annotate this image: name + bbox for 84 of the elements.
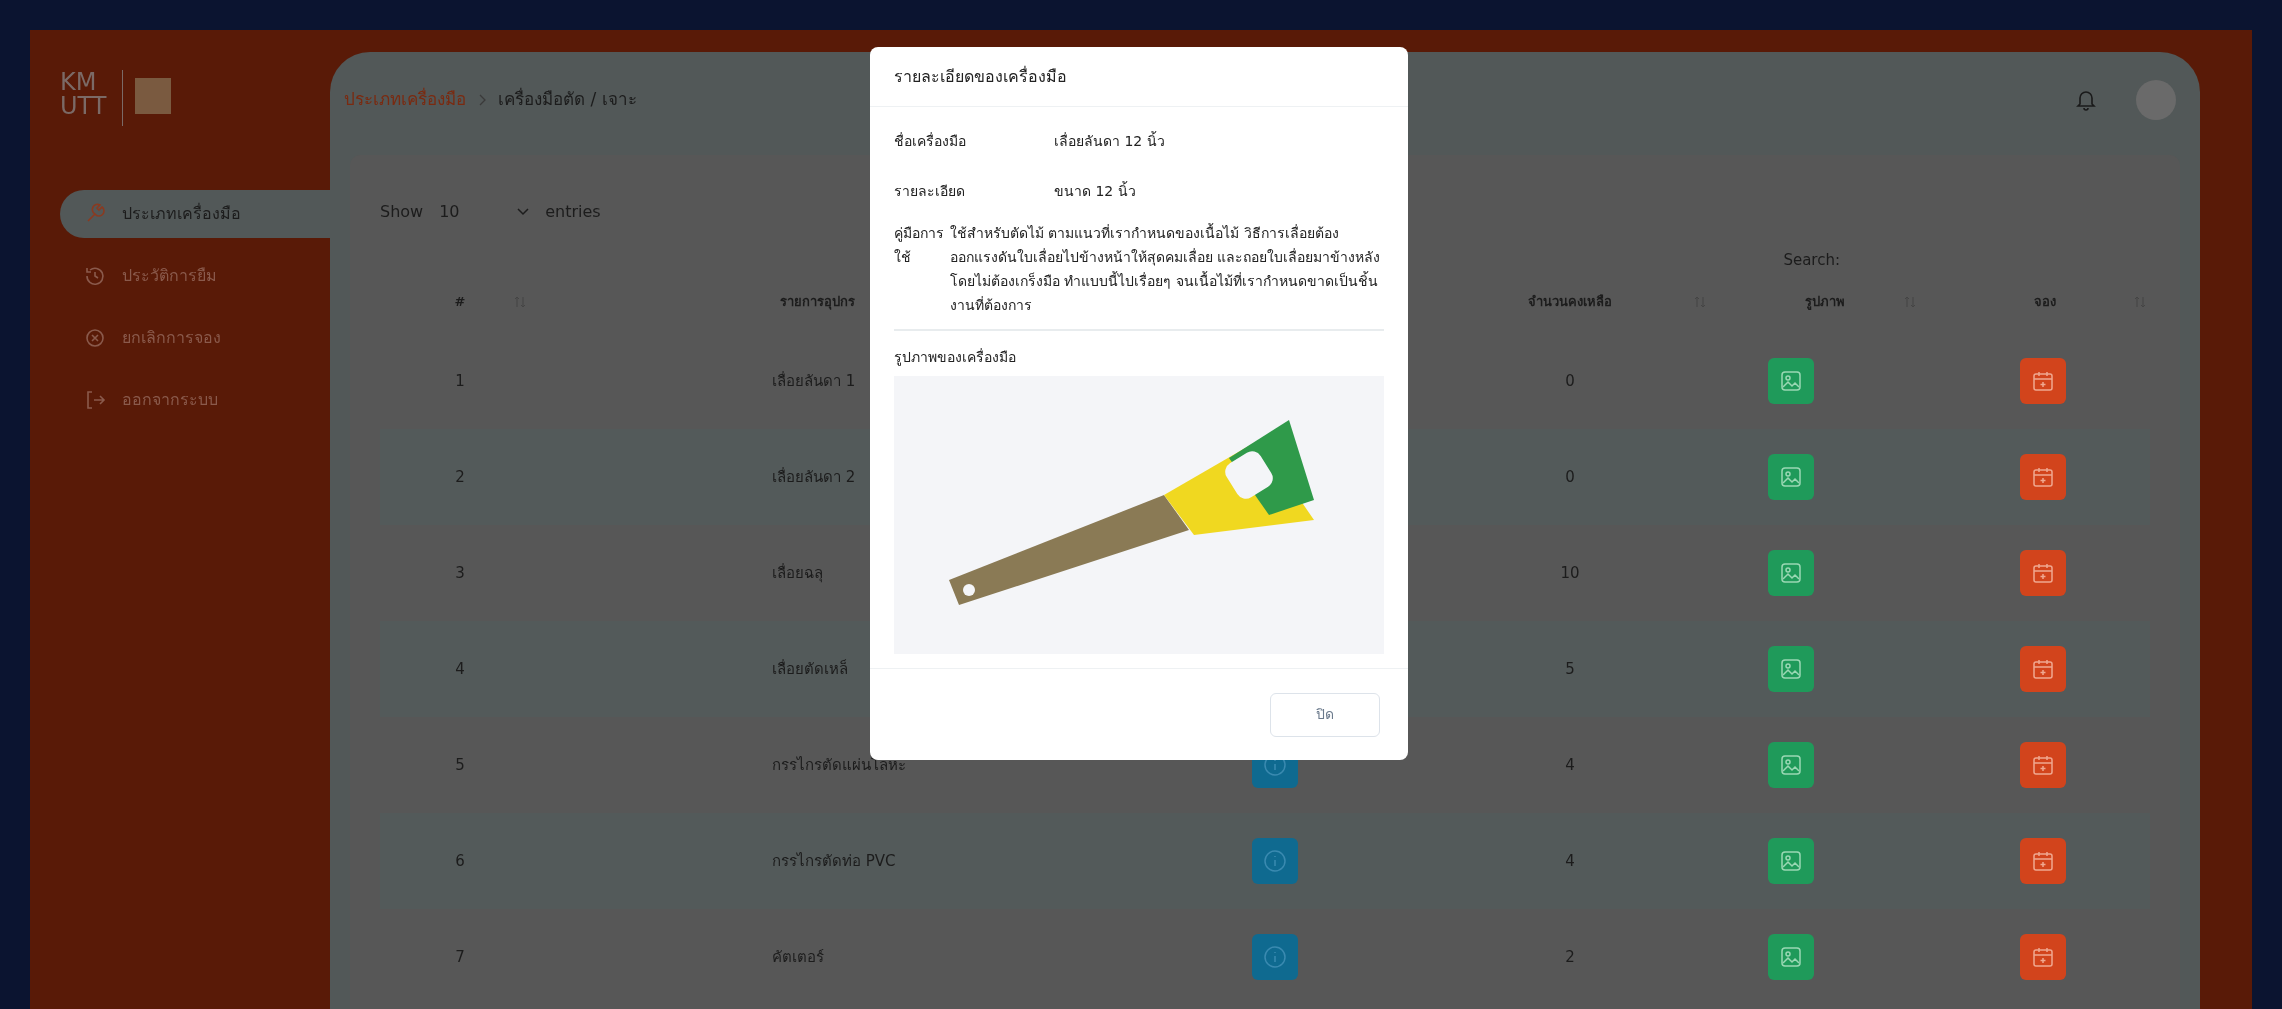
tool-name: เลื่อยลันดา 2 bbox=[772, 466, 856, 488]
remaining-count: 10 bbox=[1560, 562, 1580, 584]
row-number: 1 bbox=[455, 370, 465, 392]
book-button[interactable] bbox=[2020, 934, 2066, 980]
field-value: ขนาด 12 นิ้ว bbox=[1054, 180, 1137, 201]
close-button[interactable]: ปิด bbox=[1270, 692, 1380, 737]
close-circle-icon bbox=[84, 327, 106, 349]
image-button[interactable] bbox=[1768, 358, 1814, 404]
modal-title: รายละเอียดของเครื่องมือ bbox=[894, 65, 1067, 88]
column-header[interactable]: จำนวนคงเหลือ bbox=[1528, 292, 1612, 312]
column-header[interactable]: รายการอุปกร bbox=[780, 292, 855, 312]
bell-icon[interactable] bbox=[2076, 88, 2096, 111]
sidebar-item[interactable]: ออกจากระบบ bbox=[60, 376, 330, 424]
image-button[interactable] bbox=[1768, 838, 1814, 884]
remaining-count: 5 bbox=[1565, 658, 1575, 680]
column-header[interactable]: รูปภาพ bbox=[1805, 292, 1845, 312]
tool-name: เลื่อยลันดา 1 bbox=[772, 370, 856, 392]
image-button[interactable] bbox=[1768, 550, 1814, 596]
sidebar-item[interactable]: ประเภทเครื่องมือ bbox=[60, 190, 330, 238]
image-button[interactable] bbox=[1768, 934, 1814, 980]
book-button[interactable] bbox=[2020, 646, 2066, 692]
book-button[interactable] bbox=[2020, 742, 2066, 788]
sidebar-item[interactable]: ยกเลิกการจอง bbox=[60, 314, 330, 362]
image-icon bbox=[1779, 465, 1803, 489]
image-button[interactable] bbox=[1768, 742, 1814, 788]
field-label: คู่มือการใช้ bbox=[894, 224, 945, 267]
chevron-down-icon bbox=[517, 208, 530, 216]
logout-icon bbox=[84, 389, 106, 411]
row-number: 6 bbox=[455, 850, 465, 872]
image-icon bbox=[1779, 369, 1803, 393]
tool-name: เลื่อยฉลุ bbox=[772, 562, 823, 585]
calendar-plus-icon bbox=[2031, 657, 2055, 681]
remaining-count: 0 bbox=[1565, 370, 1575, 392]
emblem-icon bbox=[135, 78, 171, 114]
breadcrumb-current: เครื่องมือตัด / เจาะ bbox=[498, 86, 637, 111]
tool-name: เลื่อยตัดเหล็ bbox=[772, 658, 848, 680]
book-button[interactable] bbox=[2020, 358, 2066, 404]
image-icon bbox=[1779, 561, 1803, 585]
remaining-count: 4 bbox=[1565, 754, 1575, 776]
remaining-count: 2 bbox=[1565, 946, 1575, 968]
image-label: รูปภาพของเครื่องมือ bbox=[894, 347, 1017, 368]
search-label: Search: bbox=[1783, 249, 1840, 271]
remaining-count: 0 bbox=[1565, 466, 1575, 488]
book-button[interactable] bbox=[2020, 838, 2066, 884]
calendar-plus-icon bbox=[2031, 753, 2055, 777]
calendar-plus-icon bbox=[2031, 849, 2055, 873]
image-icon bbox=[1779, 753, 1803, 777]
row-number: 2 bbox=[455, 466, 465, 488]
calendar-plus-icon bbox=[2031, 369, 2055, 393]
tool-name: คัตเตอร์ bbox=[772, 946, 824, 968]
image-icon bbox=[1779, 945, 1803, 969]
calendar-plus-icon bbox=[2031, 945, 2055, 969]
image-button[interactable] bbox=[1768, 646, 1814, 692]
image-icon bbox=[1779, 657, 1803, 681]
calendar-plus-icon bbox=[2031, 465, 2055, 489]
field-value: ใช้สำหรับตัดไม้ ตามแนวที่เรากำหนดของเนื้อไม้ วิธีการเลื่อยต้องออกแรงดันใบเลื่อยไปข้างหน้าให้สุดคมเลื่อย และถอยใบเลื่อยมาข้างหลังโดยไม่ต้องเกร็งมือ ทำแบบนี้ไปเรื่อยๆ จนเนื้อไม้ที่เรากำหนดขาดเป็นชิ้นงานที่ต้องการ bbox=[950, 222, 1382, 315]
info-icon bbox=[1263, 849, 1287, 873]
column-header[interactable]: # bbox=[454, 292, 466, 312]
book-button[interactable] bbox=[2020, 454, 2066, 500]
sidebar-item[interactable]: ประวัติการยืม bbox=[60, 252, 330, 300]
breadcrumb-link[interactable]: ประเภทเครื่องมือ bbox=[344, 86, 466, 113]
field-value: เลื่อยลันดา 12 นิ้ว bbox=[1054, 130, 1166, 151]
logo-text: KM UTT bbox=[60, 70, 108, 118]
image-icon bbox=[1779, 849, 1803, 873]
row-number: 5 bbox=[455, 754, 465, 776]
info-icon bbox=[1263, 945, 1287, 969]
row-number: 4 bbox=[455, 658, 465, 680]
remaining-count: 4 bbox=[1565, 850, 1575, 872]
field-label: ชื่อเครื่องมือ bbox=[894, 131, 967, 151]
calendar-plus-icon bbox=[2031, 561, 2055, 585]
field-label: รายละเอียด bbox=[894, 182, 966, 201]
history-icon bbox=[84, 265, 106, 287]
chevron-right-icon bbox=[478, 93, 486, 106]
column-header[interactable]: จอง bbox=[2034, 292, 2056, 312]
book-button[interactable] bbox=[2020, 550, 2066, 596]
entries-label: entries bbox=[545, 201, 601, 223]
avatar[interactable] bbox=[2136, 79, 2176, 120]
tool-name: กรรไกรตัดท่อ PVC bbox=[772, 850, 896, 872]
tool-name: กรรไกรตัดแผ่นโลหะ bbox=[772, 754, 906, 776]
row-number: 3 bbox=[455, 562, 465, 584]
show-label: Show bbox=[380, 201, 424, 223]
row-number: 7 bbox=[455, 946, 465, 968]
image-button[interactable] bbox=[1768, 454, 1814, 500]
page-size-select[interactable]: 10 bbox=[439, 196, 530, 228]
